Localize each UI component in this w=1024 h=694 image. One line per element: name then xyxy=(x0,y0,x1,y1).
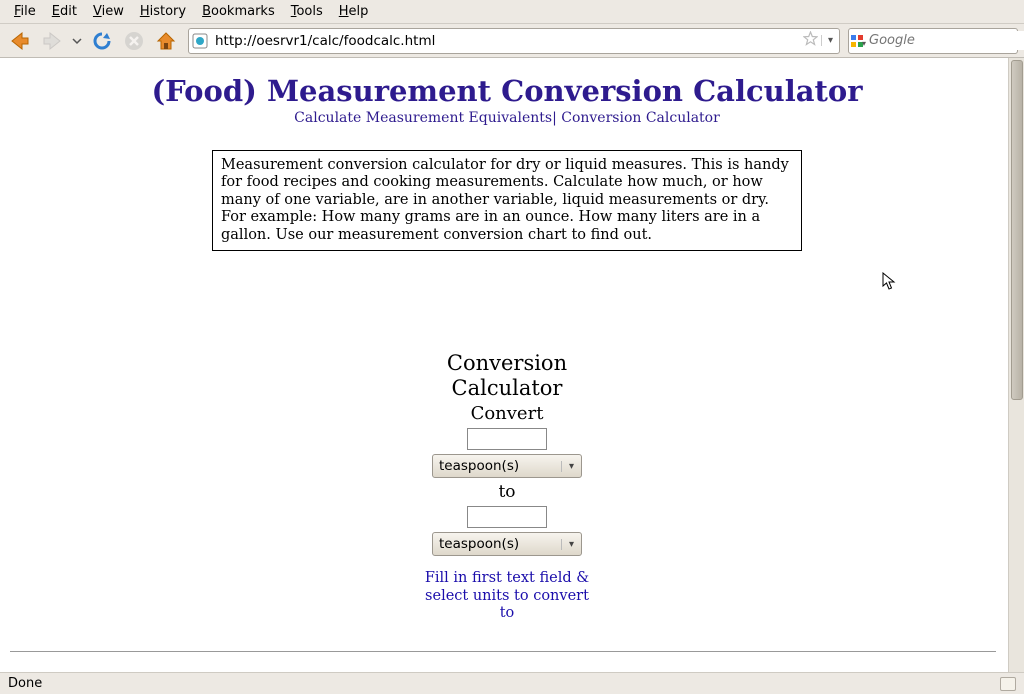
chevron-down-icon: ▾ xyxy=(561,539,581,550)
from-unit-value: teaspoon(s) xyxy=(433,458,561,474)
description-box: Measurement conversion calculator for dr… xyxy=(212,150,802,251)
home-button[interactable] xyxy=(152,27,180,55)
page-title: (Food) Measurement Conversion Calculator xyxy=(10,74,1004,108)
divider xyxy=(10,651,996,652)
stop-button[interactable] xyxy=(120,27,148,55)
page-body: (Food) Measurement Conversion Calculator… xyxy=(0,58,1024,672)
status-bar: Done xyxy=(0,672,1024,694)
forward-button[interactable] xyxy=(38,27,66,55)
to-unit-value: teaspoon(s) xyxy=(433,536,561,552)
notepad-icon[interactable] xyxy=(1000,677,1016,691)
url-input[interactable] xyxy=(211,31,799,51)
menu-edit[interactable]: Edit xyxy=(44,1,85,22)
page-subtitle: Calculate Measurement Equivalents| Conve… xyxy=(10,110,1004,126)
menu-bookmarks[interactable]: Bookmarks xyxy=(194,1,283,22)
back-button[interactable] xyxy=(6,27,34,55)
calc-heading: Conversion Calculator xyxy=(10,351,1004,401)
scrollbar-thumb[interactable] xyxy=(1011,60,1023,400)
nav-history-dropdown[interactable] xyxy=(70,36,84,46)
conversion-calculator: Conversion Calculator Convert teaspoon(s… xyxy=(10,351,1004,623)
to-label: to xyxy=(10,482,1004,502)
status-text: Done xyxy=(8,676,42,691)
site-identity-button[interactable] xyxy=(189,33,211,49)
stop-icon xyxy=(123,30,145,52)
from-value-input[interactable] xyxy=(467,428,547,450)
menu-file[interactable]: File xyxy=(6,1,44,22)
chevron-down-icon: ▾ xyxy=(862,39,866,48)
content-viewport: (Food) Measurement Conversion Calculator… xyxy=(0,58,1024,672)
menu-view[interactable]: View xyxy=(85,1,132,22)
search-input[interactable] xyxy=(865,31,1024,50)
chevron-down-icon xyxy=(72,36,82,46)
to-value-input[interactable] xyxy=(467,506,547,528)
chevron-down-icon: ▾ xyxy=(561,461,581,472)
convert-label: Convert xyxy=(10,403,1004,424)
menu-help[interactable]: Help xyxy=(331,1,377,22)
star-icon xyxy=(803,31,818,46)
reload-button[interactable] xyxy=(88,27,116,55)
url-bar: ▾ xyxy=(188,28,840,54)
reload-icon xyxy=(91,30,113,52)
url-dropdown[interactable]: ▾ xyxy=(821,35,839,46)
home-icon xyxy=(155,30,177,52)
back-arrow-icon xyxy=(8,29,32,53)
search-box: ▾ xyxy=(848,28,1018,54)
menu-tools[interactable]: Tools xyxy=(283,1,331,22)
vertical-scrollbar[interactable] xyxy=(1008,58,1024,672)
search-engine-button[interactable]: ▾ xyxy=(849,33,865,49)
hint-text: Fill in first text field & select units … xyxy=(10,570,1004,622)
to-unit-select[interactable]: teaspoon(s) ▾ xyxy=(432,532,582,556)
bookmark-star-button[interactable] xyxy=(799,31,821,50)
menu-history[interactable]: History xyxy=(132,1,194,22)
page-favicon-icon xyxy=(192,33,208,49)
menu-bar: File Edit View History Bookmarks Tools H… xyxy=(0,0,1024,24)
nav-toolbar: ▾ ▾ xyxy=(0,24,1024,58)
forward-arrow-icon xyxy=(40,29,64,53)
from-unit-select[interactable]: teaspoon(s) ▾ xyxy=(432,454,582,478)
